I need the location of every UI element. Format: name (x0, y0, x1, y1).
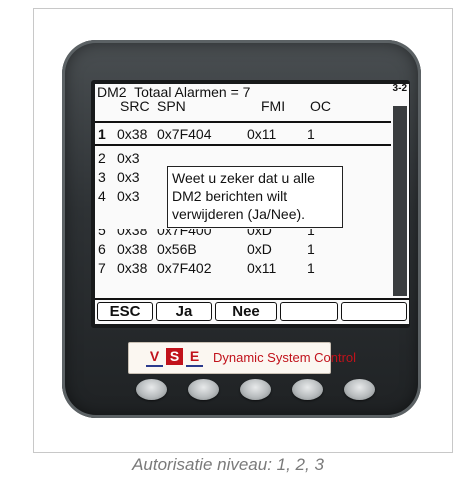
authorization-caption: Autorisatie niveau: 1, 2, 3 (132, 455, 324, 474)
vse-logo: V S E Dynamic System Control (128, 342, 356, 374)
logo-letter-s: S (166, 348, 183, 365)
cell-src: 0x38 (117, 260, 148, 276)
hw-button-2[interactable] (188, 379, 219, 400)
cell-oc: 1 (307, 126, 315, 142)
hw-button-4[interactable] (292, 379, 323, 400)
row-index: 1 (98, 126, 106, 142)
softkey-nee[interactable]: Nee (215, 302, 277, 321)
softkey-esc[interactable]: ESC (97, 302, 153, 321)
cell-src: 0x38 (117, 126, 148, 142)
cell-src: 0x38 (117, 222, 148, 238)
dialog-line-3: verwijderen (Ja/Nee). (172, 206, 306, 222)
column-headers: SRC SPN FMI OC (95, 98, 391, 114)
col-fmi: FMI (261, 98, 286, 114)
confirm-delete-dialog: Weet u zeker dat u alle DM2 berichten wi… (167, 166, 343, 228)
cell-fmi: 0xD (247, 241, 272, 257)
cell-src: 0x3 (117, 188, 140, 204)
logo-letter-e: E (186, 348, 203, 367)
cell-src: 0x3 (117, 150, 140, 166)
table-row-7[interactable]: 7 0x38 0x7F402 0x11 1 (95, 260, 391, 278)
row-index: 6 (98, 241, 106, 257)
dialog-line-1: Weet u zeker dat u alle (172, 170, 315, 186)
hw-button-3[interactable] (240, 379, 271, 400)
page-indicator: 3-2 (392, 84, 407, 94)
softkey-5[interactable] (341, 302, 407, 321)
cell-spn: 0x7F402 (157, 260, 212, 276)
header-divider (95, 121, 391, 123)
scrollbar[interactable] (393, 106, 407, 296)
softkey-4[interactable] (280, 302, 338, 321)
col-spn: SPN (157, 98, 186, 114)
table-row-6[interactable]: 6 0x38 0x56B 0xD 1 (95, 241, 391, 259)
row-index: 2 (98, 150, 106, 166)
hw-button-5[interactable] (344, 379, 375, 400)
hw-button-1[interactable] (136, 379, 167, 400)
cell-spn: 0x7F404 (157, 126, 212, 142)
cell-src: 0x3 (117, 169, 140, 185)
display-screen: DM2 Totaal Alarmen = 7 3-2 SRC SPN FMI O… (95, 84, 409, 324)
softkey-bar: ESC Ja Nee (95, 298, 409, 324)
dialog-line-2: DM2 berichten wilt (172, 188, 288, 204)
col-src: SRC (120, 98, 150, 114)
logo-text: Dynamic System Control (213, 350, 357, 365)
cell-oc: 1 (307, 241, 315, 257)
cell-oc: 1 (307, 260, 315, 276)
softkey-ja[interactable]: Ja (156, 302, 212, 321)
row-index: 4 (98, 188, 106, 204)
cell-fmi: 0x11 (247, 126, 277, 142)
row-index: 7 (98, 260, 106, 276)
logo-letter-v: V (146, 348, 163, 367)
row-index: 3 (98, 169, 106, 185)
col-oc: OC (310, 98, 331, 114)
selection-divider (95, 144, 391, 146)
cell-fmi: 0x11 (247, 260, 277, 276)
cell-src: 0x38 (117, 241, 148, 257)
row-index: 5 (98, 222, 106, 238)
table-row-1[interactable]: 1 0x38 0x7F404 0x11 1 (95, 126, 391, 144)
cell-spn: 0x56B (157, 241, 197, 257)
